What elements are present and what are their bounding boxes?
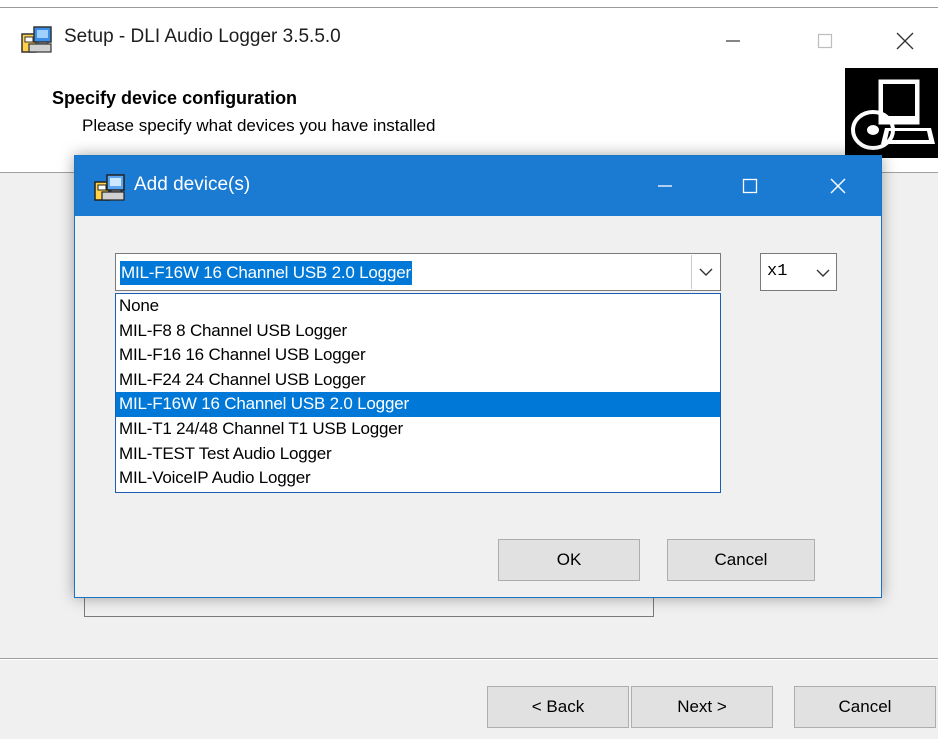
close-icon [830,178,846,194]
dialog-cancel-button[interactable]: Cancel [667,539,815,581]
device-option-none[interactable]: None [116,294,720,319]
page-heading: Specify device configuration [52,88,298,108]
setup-maximize-button[interactable] [790,16,860,66]
device-option-mil-f16w[interactable]: MIL-F16W 16 Channel USB 2.0 Logger [116,392,720,417]
chevron-down-icon [699,268,712,276]
device-type-combobox[interactable]: MIL-F16W 16 Channel USB 2.0 Logger [115,253,721,291]
minimize-icon [726,40,740,42]
maximize-icon [817,33,833,49]
device-count-select[interactable]: x1 [760,253,837,291]
device-type-dropdown-list: None MIL-F8 8 Channel USB Logger MIL-F16… [115,293,721,493]
device-option-mil-test[interactable]: MIL-TEST Test Audio Logger [116,442,720,467]
maximize-icon [742,178,758,194]
device-type-selected-value: MIL-F16W 16 Channel USB 2.0 Logger [120,261,412,285]
device-option-mil-f16[interactable]: MIL-F16 16 Channel USB Logger [116,343,720,368]
page-subheading: Please specify what devices you have ins… [82,116,436,135]
dialog-maximize-button[interactable] [715,161,785,211]
dialog-titlebar[interactable]: Add device(s) [75,156,881,216]
device-count-value: x1 [767,262,788,281]
setup-titlebar[interactable]: Setup - DLI Audio Logger 3.5.5.0 [0,8,938,68]
device-option-mil-f24[interactable]: MIL-F24 24 Channel USB Logger [116,368,720,393]
add-device-dialog: Add device(s) MIL-F16W 16 Channel USB 2.… [74,155,882,598]
chevron-down-icon [816,269,830,277]
device-option-mil-t1[interactable]: MIL-T1 24/48 Channel T1 USB Logger [116,417,720,442]
setup-close-button[interactable] [870,16,938,66]
next-button[interactable]: Next > [631,686,773,728]
dialog-minimize-button[interactable] [630,161,700,211]
close-icon [896,32,914,50]
installer-icon [94,174,125,201]
ok-button[interactable]: OK [498,539,640,581]
setup-minimize-button[interactable] [698,16,768,66]
setup-window-title: Setup - DLI Audio Logger 3.5.5.0 [64,26,341,47]
computer-disk-icon [845,68,938,158]
minimize-icon [658,185,672,187]
dialog-close-button[interactable] [803,161,873,211]
installer-icon [21,26,52,53]
back-button[interactable]: < Back [487,686,629,728]
background-window-edge [0,0,938,8]
device-option-mil-f8[interactable]: MIL-F8 8 Channel USB Logger [116,319,720,344]
dialog-title: Add device(s) [134,174,251,195]
setup-cancel-button[interactable]: Cancel [794,686,936,728]
footer-divider [0,658,938,660]
device-option-mil-voiceip[interactable]: MIL-VoiceIP Audio Logger [116,466,720,491]
device-type-dropdown-button[interactable] [691,255,719,289]
